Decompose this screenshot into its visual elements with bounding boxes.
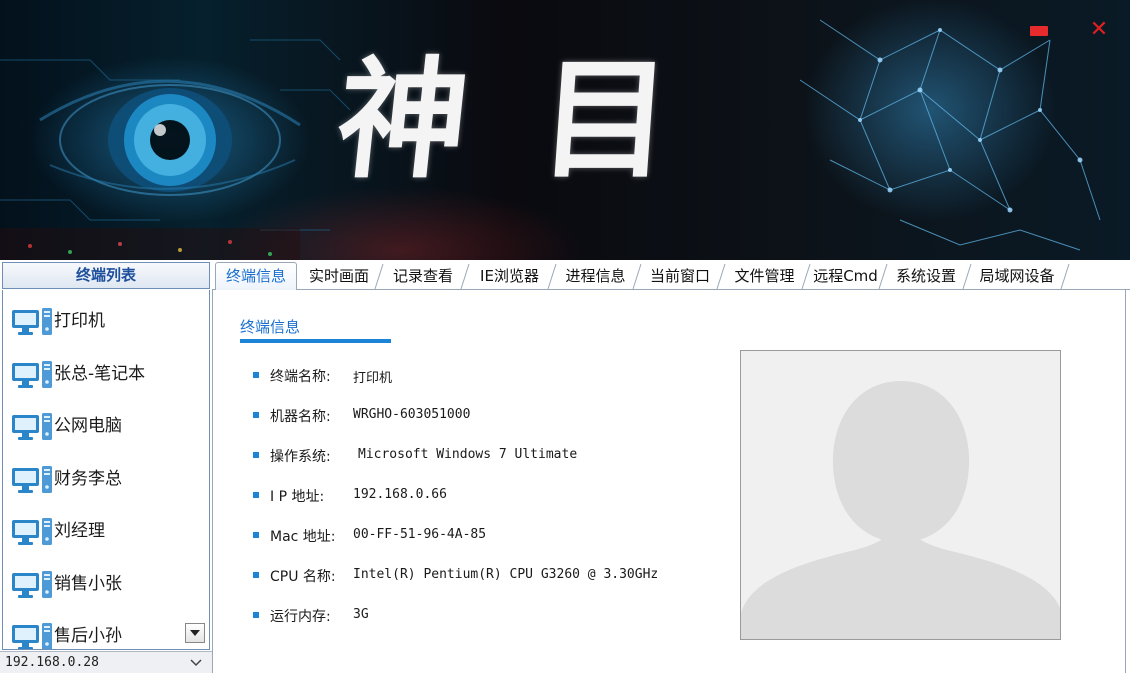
terminal-item-label: 公网电脑 [54,416,122,436]
tab-label: 当前窗口 [649,267,710,285]
computer-icon [12,518,52,545]
info-row: 终端名称: 打印机 [253,366,713,386]
tab-6[interactable]: 当前窗口 [640,263,726,290]
terminal-item[interactable]: 刘经理 [3,512,209,548]
bullet-icon [253,532,259,538]
section-title-underline [240,339,391,343]
info-row: 运行内存: 3G [253,606,713,626]
info-key: 机器名称: [270,409,331,425]
tab-9[interactable]: 系统设置 [886,263,972,290]
info-key: I P 地址: [270,489,325,505]
info-row: 操作系统: Microsoft Windows 7 Ultimate [253,446,713,466]
bullet-icon [253,492,259,498]
chevron-down-icon [190,659,202,667]
tab-label: 记录查看 [392,267,453,285]
tab-bar: 终端信息 实时画面 记录查看 IE浏览器 进程信息 当前窗口 文件管理 远程Cmd 系统设置 局域… [212,260,1130,291]
info-value: 3G [353,607,369,622]
tab-label: 终端信息 [225,267,286,285]
list-scroll-down-button[interactable] [185,623,205,643]
tab-label: IE浏览器 [480,267,539,285]
tab-3[interactable]: 记录查看 [382,263,470,290]
app-window: 神 目 ✕ 终端列表 打印机张总-笔记本 公网电脑财务李总刘经理销售小张售后小孙 … [0,0,1130,673]
info-key: 运行内存: [270,609,331,625]
terminal-list-panel: 终端列表 打印机张总-笔记本 公网电脑财务李总刘经理销售小张售后小孙 192.16… [0,260,212,673]
tab-label: 文件管理 [734,267,795,285]
info-value: 192.168.0.66 [353,487,447,502]
tab-label: 远程Cmd [813,267,878,285]
terminal-item-label: 销售小张 [54,573,122,594]
terminal-item-label: 刘经理 [54,521,105,541]
bullet-icon [253,412,259,418]
tab-label: 系统设置 [895,267,956,285]
terminal-item[interactable]: 销售小张 [3,565,209,601]
terminal-info-panel: 终端信息 终端名称: 打印机机器名称: WRGHO-603051000 操作系统: M… [212,290,1126,673]
terminal-item[interactable]: 售后小孙 [3,617,209,649]
banner-title-char-2: 目 [534,43,676,196]
info-row: CPU 名称: Intel(R) Pentium(R) CPU G3260 @ 3… [253,566,713,586]
section-title: 终端信息 [240,318,301,336]
info-value: Intel(R) Pentium(R) CPU G3260 @ 3.30GHz [353,567,659,582]
info-key: CPU 名称: [270,569,336,585]
tab-7[interactable]: 文件管理 [724,263,811,290]
terminal-item-label: 张总-笔记本 [54,363,146,384]
tab-1[interactable]: 终端信息 [215,262,297,291]
info-value: WRGHO-603051000 [353,407,471,422]
computer-icon [12,308,52,335]
info-key: 终端名称: [270,369,331,385]
tab-10[interactable]: 局域网设备 [970,263,1070,290]
tab-4[interactable]: IE浏览器 [468,263,557,290]
terminal-item[interactable]: 打印机 [3,302,209,338]
tab-2[interactable]: 实时画面 [300,263,384,290]
triangle-down-icon [190,630,200,636]
close-icon[interactable]: ✕ [1089,19,1109,41]
header-banner: 神 目 ✕ [0,0,1130,260]
tab-label: 局域网设备 [979,267,1055,285]
tab-label: 进程信息 [565,267,626,285]
terminal-list[interactable]: 打印机张总-笔记本 公网电脑财务李总刘经理销售小张售后小孙 [2,290,210,650]
tab-8[interactable]: 远程Cmd [809,263,888,290]
ip-address-select[interactable]: 192.168.0.28 [0,651,212,673]
terminal-list-header: 终端列表 [2,262,210,289]
terminal-item[interactable]: 财务李总 [3,460,209,496]
info-row: 机器名称: WRGHO-603051000 [253,406,713,426]
terminal-item[interactable]: 公网电脑 [3,407,209,443]
computer-icon [12,623,52,649]
computer-icon [12,413,52,440]
bullet-icon [253,452,259,458]
info-row: Mac 地址: 00-FF-51-96-4A-85 [253,526,713,546]
terminal-item-label: 打印机 [54,311,105,331]
user-silhouette-icon [740,350,1061,640]
tab-separator [1060,263,1070,290]
bullet-icon [253,572,259,578]
info-key: 操作系统: [270,449,331,465]
tab-5[interactable]: 进程信息 [555,263,642,290]
bullet-icon [253,372,259,378]
computer-icon [12,465,52,493]
tab-label: 实时画面 [308,267,369,285]
terminal-item-label: 财务李总 [54,468,122,489]
ip-address-select-value: 192.168.0.28 [5,655,99,670]
banner-title-char-1: 神 [330,43,477,196]
info-key: Mac 地址: [270,529,336,545]
info-value: 打印机 [353,371,393,386]
terminal-item[interactable]: 张总-笔记本 [3,355,209,391]
info-row: I P 地址: 192.168.0.66 [253,486,713,506]
terminal-item-label: 售后小孙 [54,626,122,646]
minimize-icon[interactable] [1030,26,1048,36]
info-value: 00-FF-51-96-4A-85 [353,527,487,542]
bullet-icon [253,612,259,618]
computer-icon [12,570,52,598]
info-value: Microsoft Windows 7 Ultimate [358,447,578,462]
computer-icon [12,360,52,388]
